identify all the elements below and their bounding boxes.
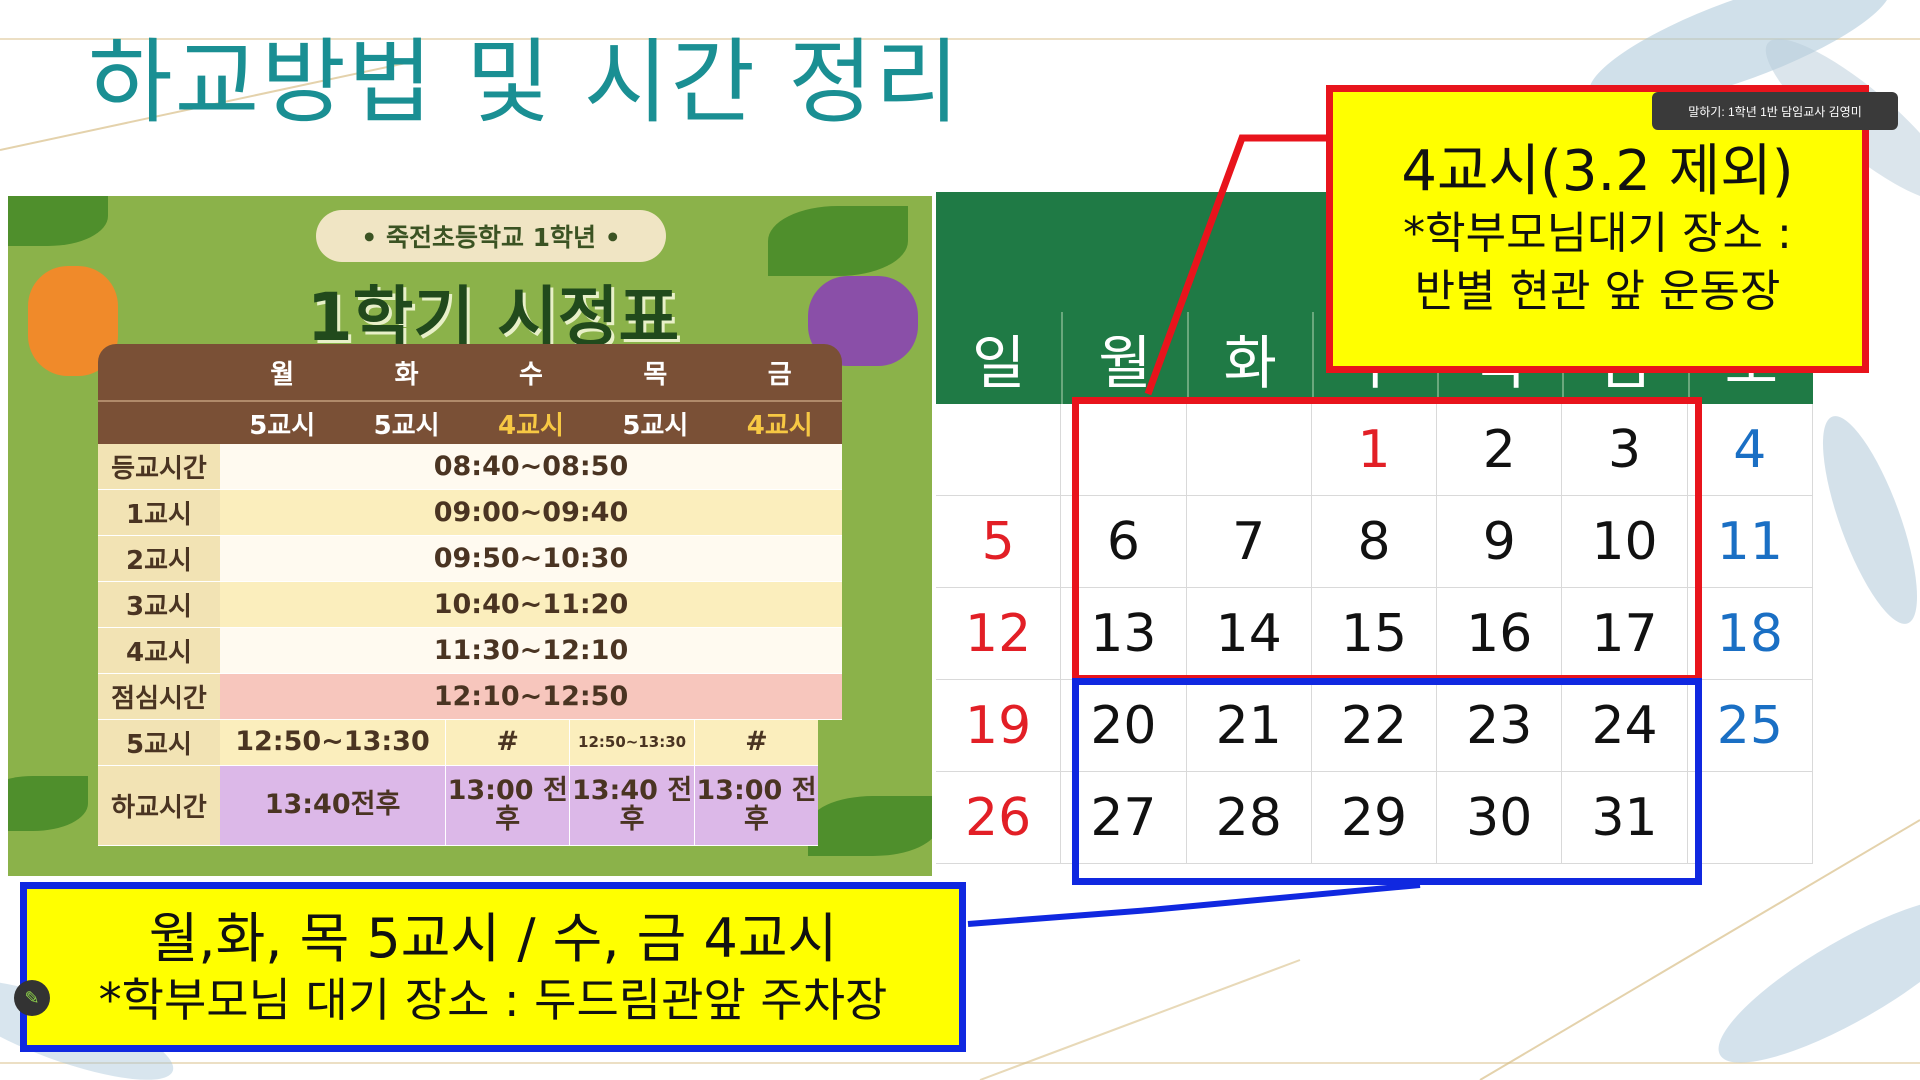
note-line: 월,화, 목 5교시 / 수, 금 4교시 [148, 906, 838, 970]
note-line: *학부모님대기 장소 : [1403, 208, 1792, 260]
note-line: *학부모님 대기 장소 : 두드림관앞 주차장 [98, 973, 888, 1027]
note-line: 4교시(3.2 제외) [1401, 139, 1794, 205]
speaking-indicator: 말하기: 1학년 1반 담임교사 김영미 [1652, 92, 1898, 130]
callout-note-blue: 월,화, 목 5교시 / 수, 금 4교시 *학부모님 대기 장소 : 두드림관… [20, 882, 966, 1052]
note-line: 반별 현관 앞 운동장 [1414, 265, 1781, 317]
pen-tool-icon[interactable]: ✎ [14, 980, 50, 1016]
